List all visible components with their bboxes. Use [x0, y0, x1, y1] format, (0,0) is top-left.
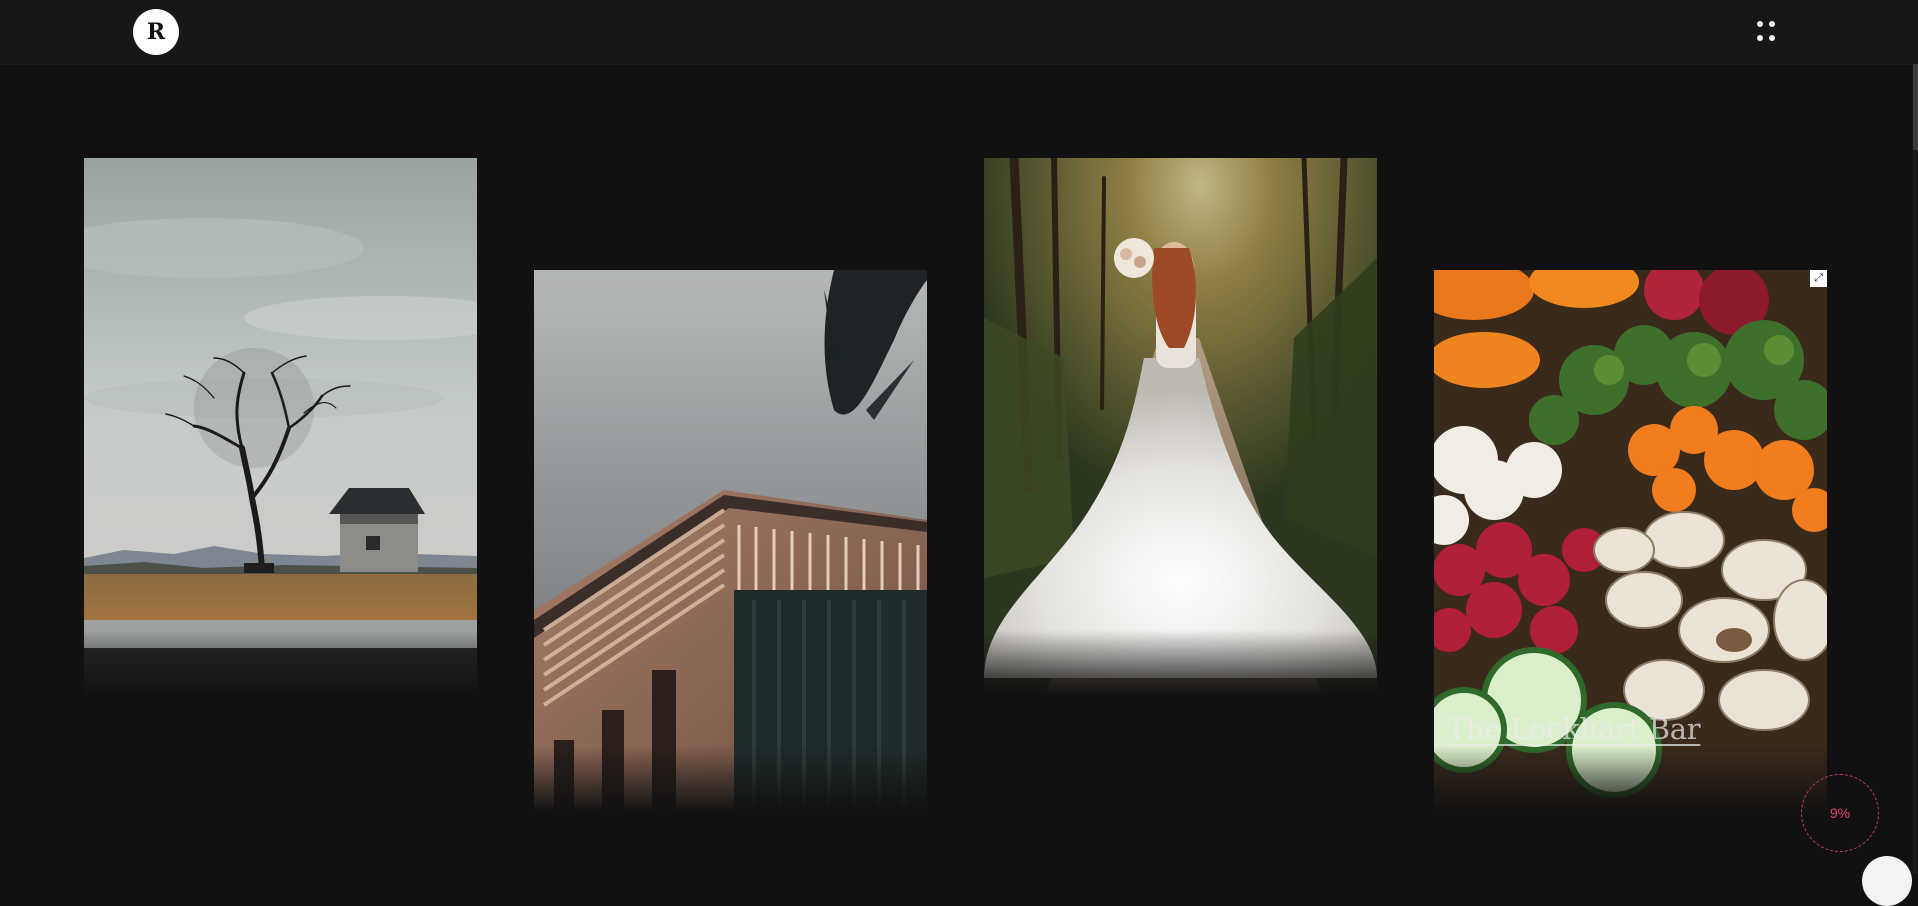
building-image	[534, 270, 927, 816]
expand-icon[interactable]: ⤢	[1810, 270, 1827, 287]
progress-label: 9%	[1829, 805, 1851, 821]
scroll-progress-indicator: 9%	[1801, 774, 1879, 852]
menu-grid-icon[interactable]	[1756, 20, 1778, 44]
gallery-card-building[interactable]	[534, 270, 927, 816]
logo[interactable]: R	[133, 9, 179, 55]
landscape-image	[84, 158, 477, 700]
image-fade	[534, 746, 927, 816]
gallery-card-lockhart-bar[interactable]: The Lockhart Bar ⤢	[1434, 270, 1827, 816]
site-header: R	[0, 0, 1918, 65]
scrollbar-thumb[interactable]	[1913, 64, 1918, 150]
card-caption[interactable]: The Lockhart Bar	[1447, 712, 1701, 746]
image-fade	[84, 630, 477, 700]
gallery-card-bride[interactable]	[984, 158, 1377, 700]
gallery-card-landscape[interactable]	[84, 158, 477, 700]
back-to-top-button[interactable]	[1862, 856, 1912, 906]
scrollbar-track[interactable]	[1913, 64, 1918, 874]
image-fade	[1434, 746, 1827, 816]
bride-image	[984, 158, 1377, 700]
image-fade	[984, 630, 1377, 700]
